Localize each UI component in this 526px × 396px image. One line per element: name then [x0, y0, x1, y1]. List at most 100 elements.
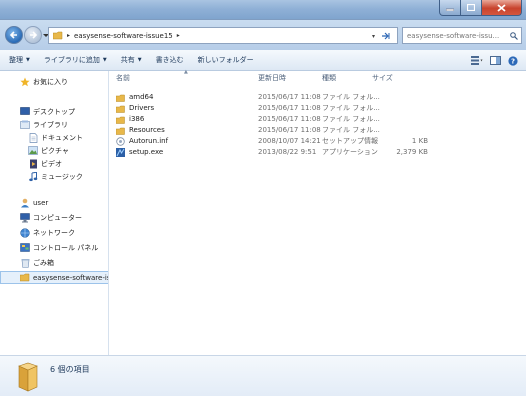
search-box: [402, 27, 522, 44]
application-icon: [116, 148, 125, 157]
sort-ascending-icon: ▲: [184, 69, 188, 75]
caption-buttons: [439, 0, 522, 16]
details-view-icon: [471, 56, 483, 65]
add-to-library-menu[interactable]: ライブラリに追加 ▼: [37, 50, 114, 71]
nav-item-pictures[interactable]: ピクチャ: [0, 144, 108, 157]
breadcrumb-separator[interactable]: ▸: [177, 32, 180, 39]
file-name: setup.exe: [129, 148, 164, 156]
navigation-bar: ▸ easysense-software-issue15 ▸ ▾: [0, 20, 526, 50]
videos-icon: [28, 159, 38, 169]
column-header-name[interactable]: 名前 ▲: [116, 69, 256, 84]
column-header-type[interactable]: 種類: [322, 71, 370, 84]
file-row[interactable]: amd64 2015/06/17 11:08 ファイル フォル...: [110, 92, 526, 103]
svg-text:?: ?: [511, 57, 515, 65]
file-date: 2015/06/17 11:08: [258, 126, 321, 134]
file-size: [372, 92, 428, 103]
column-header-size[interactable]: サイズ: [372, 71, 428, 84]
nav-item-computer[interactable]: コンピューター: [0, 211, 108, 224]
folder-icon: [116, 126, 125, 135]
user-folder-icon: [20, 198, 30, 208]
file-name: amd64: [129, 93, 154, 101]
maximize-button[interactable]: [461, 0, 482, 16]
help-button[interactable]: ?: [504, 53, 522, 68]
nav-item-control-panel[interactable]: コントロール パネル: [0, 241, 108, 254]
refresh-icon: [382, 32, 390, 39]
nav-item-current-folder[interactable]: easysense-software-is: [0, 271, 108, 284]
nav-item-favorites[interactable]: お気に入り: [0, 75, 108, 88]
view-controls: ?: [468, 53, 522, 68]
maximize-icon: [467, 4, 475, 11]
nav-label: コンピューター: [33, 213, 82, 222]
item-count: 6 個の項目: [50, 365, 90, 374]
nav-label: ライブラリ: [33, 120, 68, 129]
file-date: 2015/06/17 11:08: [258, 104, 321, 112]
preview-pane-icon: [489, 56, 501, 65]
forward-button[interactable]: [24, 26, 42, 44]
folder-icon: [18, 362, 38, 392]
file-row[interactable]: Autorun.inf 2008/10/07 14:21 セットアップ情報 1 …: [110, 136, 526, 147]
organize-label: 整理: [9, 56, 23, 64]
file-size: 1 KB: [411, 137, 428, 145]
nav-item-libraries[interactable]: ライブラリ: [0, 118, 108, 131]
address-bar[interactable]: ▸ easysense-software-issue15 ▸ ▾: [48, 27, 398, 44]
nav-item-user[interactable]: user: [0, 196, 108, 209]
nav-item-documents[interactable]: ドキュメント: [0, 131, 108, 144]
file-name-cell: setup.exe: [116, 147, 163, 158]
file-name: Autorun.inf: [129, 137, 169, 145]
close-button[interactable]: [482, 0, 522, 16]
nav-item-network[interactable]: ネットワーク: [0, 226, 108, 239]
nav-label: ミュージック: [41, 172, 83, 181]
nav-label: ドキュメント: [41, 133, 83, 142]
minimize-button[interactable]: [439, 0, 461, 16]
file-date: 2013/08/22 9:51: [258, 148, 317, 156]
setup-info-icon: [116, 137, 125, 146]
refresh-button[interactable]: [379, 30, 393, 41]
file-row[interactable]: Resources 2015/06/17 11:08 ファイル フォル...: [110, 125, 526, 136]
file-type: セットアップ情報: [322, 137, 378, 145]
title-bar[interactable]: [0, 0, 526, 20]
nav-item-videos[interactable]: ビデオ: [0, 157, 108, 170]
documents-icon: [28, 132, 38, 143]
nav-label: ビデオ: [41, 159, 62, 168]
column-header-label: 更新日時: [258, 73, 286, 82]
network-icon: [20, 227, 30, 238]
back-arrow-icon: [9, 31, 17, 39]
file-row[interactable]: setup.exe 2013/08/22 9:51 アプリケーション 2,379…: [110, 147, 526, 158]
preview-pane-button[interactable]: [486, 53, 504, 68]
new-folder-button[interactable]: 新しいフォルダー: [191, 50, 261, 71]
nav-item-music[interactable]: ミュージック: [0, 170, 108, 183]
file-name: Resources: [129, 126, 165, 134]
address-history-chevron-icon[interactable]: ▾: [372, 33, 375, 40]
nav-item-recycle-bin[interactable]: ごみ箱: [0, 256, 108, 269]
burn-button[interactable]: 書き込む: [149, 50, 191, 71]
minimize-icon: [446, 8, 454, 11]
pictures-icon: [28, 146, 38, 156]
breadcrumb-separator[interactable]: ▸: [67, 32, 70, 39]
share-menu[interactable]: 共有 ▼: [114, 50, 149, 71]
explorer-window: ▸ easysense-software-issue15 ▸ ▾ 整理▼ ライブ…: [0, 0, 526, 396]
back-button[interactable]: [5, 26, 23, 44]
file-date: 2015/06/17 11:08: [258, 93, 321, 101]
column-header-date[interactable]: 更新日時: [258, 71, 320, 84]
file-name-cell: i386: [116, 114, 144, 125]
details-pane: 6 個の項目: [0, 355, 526, 396]
nav-label: user: [33, 198, 49, 207]
file-name-cell: Resources: [116, 125, 165, 136]
star-icon: [20, 77, 30, 87]
file-type: アプリケーション: [322, 148, 378, 156]
file-row[interactable]: i386 2015/06/17 11:08 ファイル フォル...: [110, 114, 526, 125]
change-view-button[interactable]: [468, 53, 486, 68]
control-panel-icon: [20, 243, 30, 253]
search-input[interactable]: [407, 31, 507, 40]
new-folder-label: 新しいフォルダー: [197, 56, 254, 64]
column-header-label: サイズ: [372, 73, 393, 82]
music-icon: [28, 171, 38, 182]
file-size: [372, 103, 428, 114]
organize-menu[interactable]: 整理 ▼: [0, 50, 37, 71]
search-icon[interactable]: [510, 32, 518, 40]
folder-icon: [116, 93, 125, 102]
close-icon: [497, 3, 506, 12]
nav-item-desktop[interactable]: デスクトップ: [0, 105, 108, 118]
breadcrumb-item[interactable]: easysense-software-issue15: [74, 32, 173, 40]
file-row[interactable]: Drivers 2015/06/17 11:08 ファイル フォル...: [110, 103, 526, 114]
